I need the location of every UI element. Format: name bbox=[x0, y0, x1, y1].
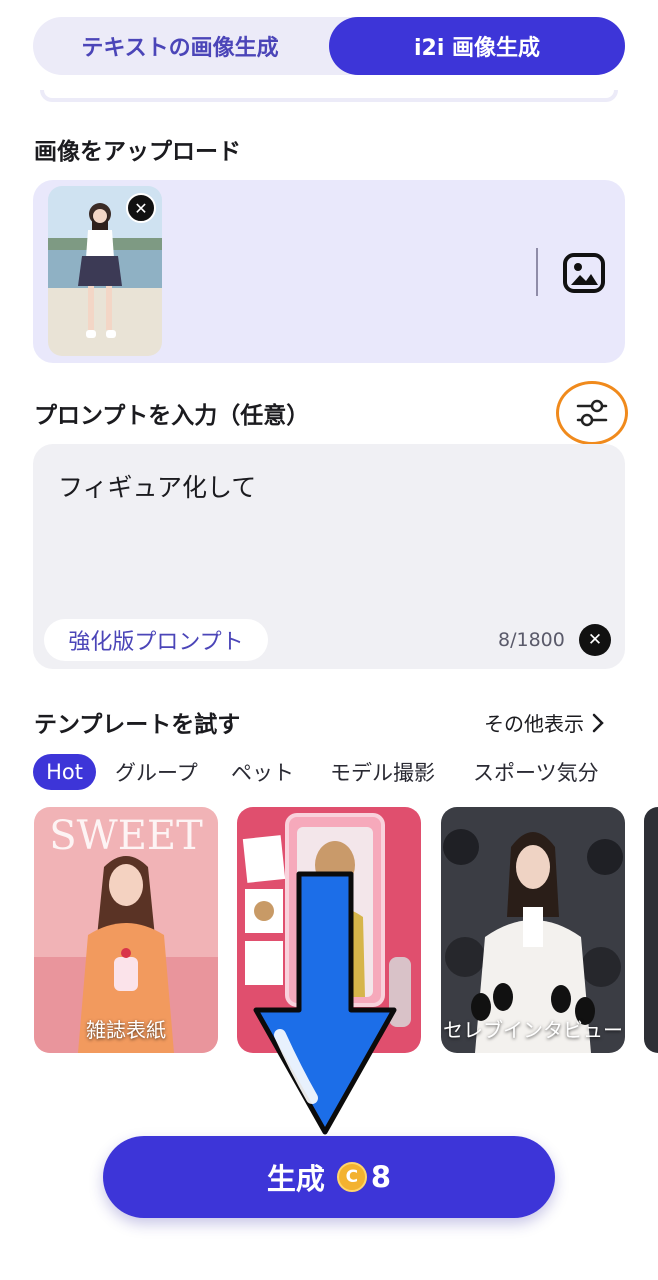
coin-icon: C bbox=[336, 1162, 367, 1192]
show-more-label: その他表示 bbox=[484, 712, 584, 736]
previous-panel-edge bbox=[40, 90, 618, 102]
prompt-settings-button[interactable] bbox=[556, 381, 628, 445]
upload-section-title: 画像をアップロード bbox=[34, 139, 241, 165]
clear-prompt-button[interactable]: ✕ bbox=[579, 624, 611, 656]
upload-area[interactable]: ✕ bbox=[33, 180, 625, 363]
prompt-section-title: プロンプトを入力（任意） bbox=[34, 403, 310, 429]
character-count: 8/1800 bbox=[498, 629, 565, 651]
template-card-celebrity-interview[interactable]: セレブインタビュー bbox=[441, 807, 625, 1053]
mode-tabs: テキストの画像生成 i2i 画像生成 bbox=[33, 17, 625, 75]
gallery-icon[interactable] bbox=[562, 252, 606, 294]
chevron-right-icon bbox=[592, 713, 604, 732]
templates-section-title: テンプレートを試す bbox=[34, 712, 241, 738]
generate-label: 生成 bbox=[266, 1162, 325, 1196]
category-pet[interactable]: ペット bbox=[231, 754, 294, 790]
enhanced-prompt-button[interactable]: 強化版プロンプト bbox=[44, 619, 268, 661]
category-sports[interactable]: スポーツ気分 bbox=[473, 754, 599, 790]
category-model-shoot[interactable]: モデル撮影 bbox=[330, 754, 435, 790]
show-more-link[interactable]: その他表示 bbox=[484, 708, 604, 737]
tab-text-to-image[interactable]: テキストの画像生成 bbox=[33, 17, 327, 75]
generate-cost: 8 bbox=[370, 1160, 392, 1194]
template-card-partial[interactable] bbox=[644, 807, 658, 1053]
tab-image-to-image[interactable]: i2i 画像生成 bbox=[329, 17, 625, 75]
generate-button[interactable]: 生成 C 8 bbox=[103, 1136, 555, 1218]
down-arrow-annotation bbox=[253, 871, 397, 1135]
template-card-title: 雑誌表紙 bbox=[86, 1018, 166, 1042]
prompt-input[interactable]: フィギュア化して 強化版プロンプト 8/1800 ✕ bbox=[33, 444, 625, 669]
category-hot[interactable]: Hot bbox=[33, 754, 96, 790]
sliders-icon bbox=[576, 399, 608, 427]
template-card-magazine[interactable]: SWEET 雑誌表紙 bbox=[34, 807, 218, 1053]
upload-divider bbox=[536, 248, 538, 296]
magazine-poster-title: SWEET bbox=[49, 813, 203, 859]
remove-image-button[interactable]: ✕ bbox=[126, 193, 156, 223]
template-card-title: セレブインタビュー bbox=[443, 1018, 623, 1042]
category-group[interactable]: グループ bbox=[115, 754, 198, 790]
prompt-text[interactable]: フィギュア化して bbox=[58, 468, 256, 504]
